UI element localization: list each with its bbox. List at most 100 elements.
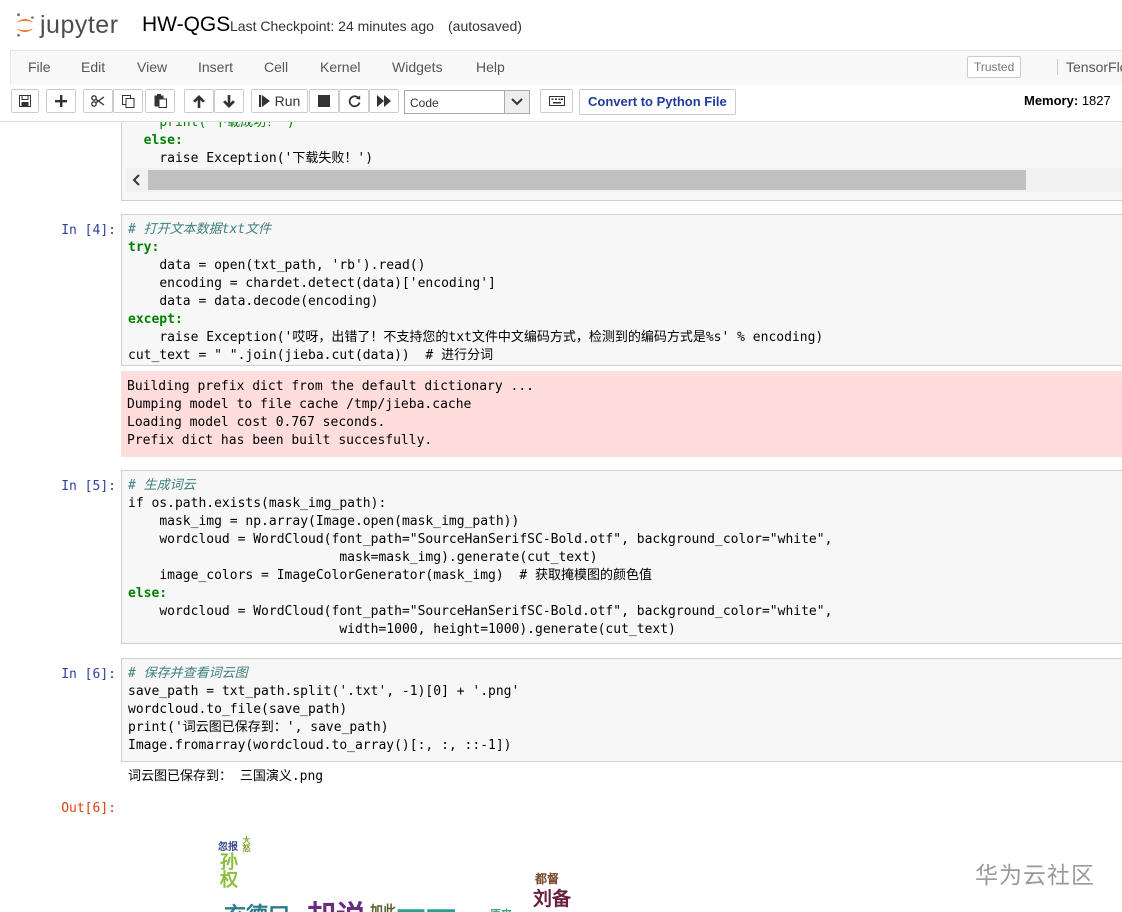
- code-line: # 保存并查看词云图: [128, 666, 248, 681]
- refresh-icon: [348, 94, 360, 107]
- chevron-down-icon: [511, 98, 523, 106]
- wordcloud-word: 原来: [490, 906, 512, 912]
- toolbar: Run Code Convert to Python File Memory: …: [0, 85, 1122, 122]
- run-label: Run: [274, 93, 301, 109]
- insert-cell-button[interactable]: [46, 89, 76, 113]
- step-forward-icon: [258, 95, 270, 107]
- wordcloud-word: 忽报: [218, 842, 238, 853]
- code-block: # 保存并查看词云图 save_path = txt_path.split('.…: [128, 665, 519, 755]
- code-line: image_colors = ImageColorGenerator(mask_…: [159, 568, 652, 583]
- partial-line-2: else:: [143, 133, 183, 148]
- dropdown-toggle[interactable]: [504, 91, 529, 113]
- menu-kernel[interactable]: Kernel: [320, 59, 360, 75]
- cell-type-select[interactable]: Code: [404, 90, 530, 114]
- paste-button[interactable]: [145, 89, 175, 113]
- code-line: print('词云图已保存到：', save_path): [128, 720, 389, 735]
- run-button[interactable]: Run: [251, 89, 308, 113]
- jupyter-logo[interactable]: jupyter: [14, 8, 119, 42]
- code-cell-5[interactable]: # 生成词云 if os.path.exists(mask_img_path):…: [121, 470, 1122, 644]
- notebook-title[interactable]: HW-QGS: [142, 13, 230, 37]
- code-line: raise Exception('哎呀，出错了！不支持您的txt文件中文编码方式…: [159, 330, 824, 345]
- partial-line-3: raise Exception('下载失败！'): [159, 151, 374, 166]
- input-prompt: In [6]:: [61, 667, 116, 682]
- menu-insert[interactable]: Insert: [198, 59, 233, 75]
- restart-run-all-button[interactable]: [369, 89, 399, 113]
- code-line: wordcloud.to_file(save_path): [128, 702, 348, 717]
- code-block: # 打开文本数据txt文件 try: data = open(txt_path,…: [128, 221, 823, 365]
- input-prompt: In [4]:: [61, 223, 116, 238]
- code-line: # 打开文本数据txt文件: [128, 222, 272, 237]
- command-palette-button[interactable]: [540, 89, 573, 113]
- code-line: print('下载成功！'): [128, 122, 294, 132]
- stderr-line: Dumping model to file cache /tmp/jieba.c…: [127, 397, 472, 412]
- trusted-badge[interactable]: Trusted: [967, 56, 1022, 78]
- code-line: save_path = txt_path.split('.txt', -1)[0…: [128, 684, 520, 699]
- autosave-status: (autosaved): [448, 18, 522, 34]
- plus-icon: [55, 95, 67, 107]
- stdout-output: 词云图已保存到： 三国演义.png: [128, 769, 324, 784]
- convert-to-python-button[interactable]: Convert to Python File: [579, 89, 736, 115]
- arrow-up-icon: [193, 94, 205, 108]
- wordcloud-word: 玄德曰: [224, 898, 290, 912]
- code-line: mask_img = np.array(Image.open(mask_img_…: [159, 514, 520, 529]
- code-line: raise Exception('下载失败！'): [128, 150, 373, 168]
- jupyter-logo-icon: [16, 13, 34, 37]
- code-line: mask=mask_img).generate(cut_text): [339, 550, 598, 565]
- move-up-button[interactable]: [184, 89, 214, 113]
- menu-view[interactable]: View: [137, 59, 167, 75]
- stderr-line: Prefix dict has been built succesfully.: [127, 433, 433, 448]
- stderr-line: Building prefix dict from the default di…: [127, 379, 534, 394]
- notebook-header: jupyter HW-QGS Last Checkpoint: 24 minut…: [0, 0, 1122, 50]
- fast-forward-icon: [377, 95, 391, 107]
- code-line: wordcloud = WordCloud(font_path="SourceH…: [159, 604, 833, 619]
- save-button[interactable]: [11, 89, 39, 113]
- code-line: width=1000, height=1000).generate(cut_te…: [339, 622, 676, 637]
- wordcloud-word: 却说: [306, 892, 366, 912]
- copy-button[interactable]: [113, 89, 143, 113]
- code-line: if os.path.exists(mask_img_path):: [128, 496, 387, 511]
- stderr-output: Building prefix dict from the default di…: [121, 371, 1122, 457]
- code-line: try:: [128, 240, 160, 255]
- code-line: else:: [128, 586, 168, 601]
- menu-edit[interactable]: Edit: [81, 59, 105, 75]
- code-cell-partial[interactable]: print('下载成功！') else: raise Exception('下载…: [121, 122, 1122, 201]
- stderr-block: Building prefix dict from the default di…: [127, 378, 1116, 450]
- watermark: 华为云社区: [975, 862, 1095, 888]
- menu-cell[interactable]: Cell: [264, 59, 288, 75]
- scrollbar-thumb[interactable]: [148, 170, 1026, 190]
- save-icon: [19, 95, 31, 107]
- output-prompt: Out[6]:: [61, 801, 116, 816]
- interrupt-button[interactable]: [309, 89, 339, 113]
- code-cell-6[interactable]: # 保存并查看词云图 save_path = txt_path.split('.…: [121, 658, 1122, 762]
- cut-button[interactable]: [83, 89, 113, 113]
- menubar: File Edit View Insert Cell Kernel Widget…: [10, 50, 1122, 86]
- copy-icon: [121, 94, 134, 108]
- wordcloud-word: 孙权: [217, 852, 238, 888]
- code-line: data = open(txt_path, 'rb').read(): [159, 258, 426, 273]
- horizontal-scrollbar[interactable]: [126, 168, 1122, 192]
- menu-widgets[interactable]: Widgets: [392, 59, 443, 75]
- cell-type-value: Code: [410, 96, 439, 110]
- wordcloud-word: 不可: [396, 898, 456, 912]
- move-down-button[interactable]: [214, 89, 244, 113]
- chevron-left-icon: [132, 174, 140, 186]
- jupyter-wordmark: jupyter: [40, 10, 119, 39]
- code-block: # 生成词云 if os.path.exists(mask_img_path):…: [128, 477, 832, 639]
- menu-help[interactable]: Help: [476, 59, 505, 75]
- stderr-line: Loading model cost 0.767 seconds.: [127, 415, 386, 430]
- scroll-left-arrow[interactable]: [128, 171, 144, 189]
- kernel-indicator[interactable]: TensorFlow: [1057, 59, 1122, 75]
- wordcloud-word: 大怒: [242, 836, 252, 852]
- code-cell-4[interactable]: # 打开文本数据txt文件 try: data = open(txt_path,…: [121, 214, 1122, 366]
- wordcloud-word: 商议: [533, 907, 567, 912]
- code-line: cut_text = " ".join(jieba.cut(data)) # 进…: [128, 348, 494, 363]
- code-line: Image.fromarray(wordcloud.to_array()[:, …: [128, 738, 512, 753]
- wordcloud-word: 加此: [370, 904, 397, 912]
- notebook-area[interactable]: print('下载成功！') else: raise Exception('下载…: [0, 122, 1122, 912]
- restart-kernel-button[interactable]: [339, 89, 369, 113]
- stop-icon: [318, 95, 330, 107]
- menu-file[interactable]: File: [28, 59, 51, 75]
- memory-label: Memory:: [1024, 93, 1079, 108]
- keyboard-icon: [548, 96, 565, 106]
- code-line: # 生成词云: [128, 478, 196, 493]
